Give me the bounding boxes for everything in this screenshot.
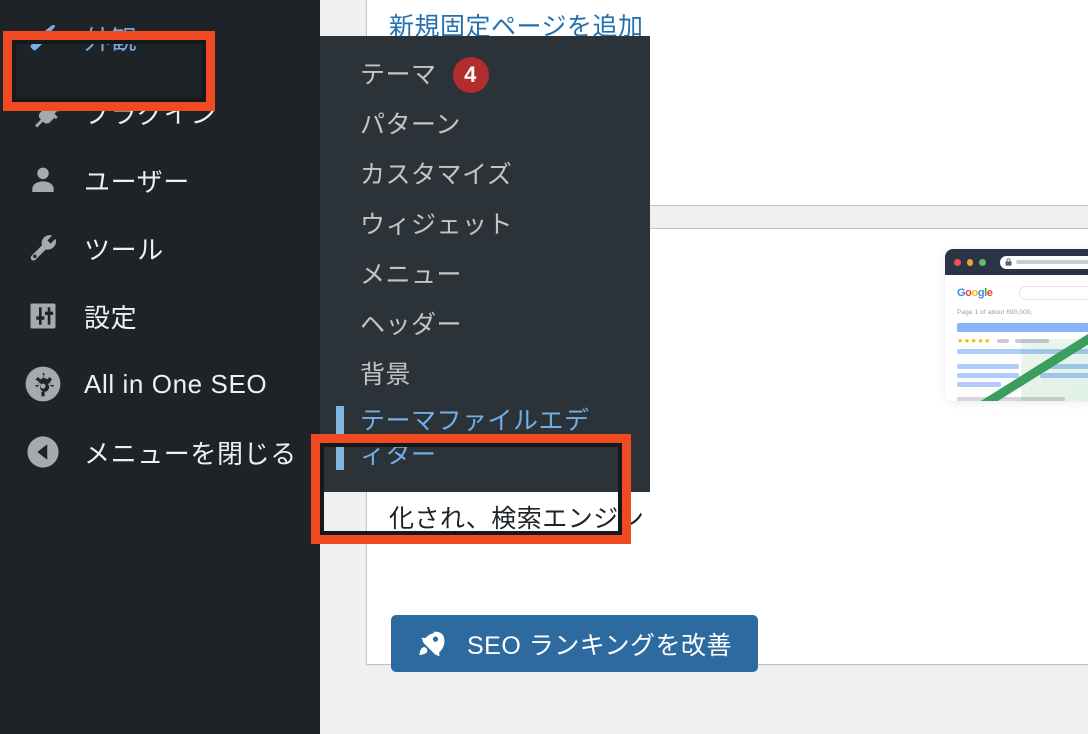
submenu-item-patterns-label: パターン xyxy=(360,111,461,139)
submenu-item-customize-label: カスタマイズ xyxy=(360,161,513,189)
google-logo-letter: G xyxy=(957,287,966,299)
submenu-item-widgets[interactable]: ウィジェット xyxy=(320,200,650,250)
flyout-arrow-icon xyxy=(306,21,320,55)
sliders-icon xyxy=(22,295,64,337)
sidebar-item-tools[interactable]: ツール xyxy=(0,214,320,282)
user-icon xyxy=(22,159,64,201)
sidebar-item-collapse-menu-label: メニューを閉じる xyxy=(84,438,297,469)
submenu-item-theme-file-editor-label: テーマファイルエディター xyxy=(360,407,590,469)
submenu-item-background-label: 背景 xyxy=(360,361,412,389)
paintbrush-icon xyxy=(22,17,64,59)
google-logo-letter: e xyxy=(986,287,993,299)
google-serp-illustration: Google Page 1 of about 690,000, ★★★★★ xyxy=(945,249,1088,401)
browser-chrome-bar xyxy=(945,249,1088,275)
sidebar-item-users-label: ユーザー xyxy=(84,166,190,197)
appearance-submenu-flyout: テーマ 4 パターン カスタマイズ ウィジェット メニュー ヘッダー 背景 テー… xyxy=(320,36,650,492)
sidebar-item-all-in-one-seo[interactable]: All in One SEO xyxy=(0,350,320,418)
sidebar-item-plugins[interactable]: プラグイン xyxy=(0,78,320,146)
themes-update-badge: 4 xyxy=(452,57,489,93)
sidebar-item-collapse-menu[interactable]: メニューを閉じる xyxy=(0,418,320,486)
wrench-icon xyxy=(22,227,64,269)
plug-icon xyxy=(22,91,64,133)
sidebar-item-users[interactable]: ユーザー xyxy=(0,146,320,214)
sidebar-item-appearance-label: 外観 xyxy=(84,24,138,55)
aioseo-gear-icon xyxy=(22,363,64,405)
serp-results-body: Google Page 1 of about 690,000, ★★★★★ xyxy=(945,275,1088,401)
submenu-item-background[interactable]: 背景 xyxy=(320,350,650,400)
serp-result-title-bar xyxy=(957,323,1088,332)
improve-seo-rankings-button[interactable]: SEO ランキングを改善 xyxy=(391,615,758,672)
submenu-item-themes-label: テーマ xyxy=(360,61,437,89)
submenu-item-patterns[interactable]: パターン xyxy=(320,100,650,150)
submenu-item-menus-label: メニュー xyxy=(360,261,463,289)
serp-search-box xyxy=(1019,286,1088,300)
url-placeholder-line xyxy=(1015,260,1088,264)
sidebar-item-plugins-label: プラグイン xyxy=(84,98,218,129)
admin-sidebar-menu: 外観 プラグイン ユーザー ツール 設定 All in One SEO メニュー… xyxy=(0,0,320,734)
rocket-icon xyxy=(419,631,445,656)
window-dot-green xyxy=(979,258,986,266)
seo-copy-line2: 化され、検索エンジン xyxy=(389,505,645,533)
sidebar-item-tools-label: ツール xyxy=(84,234,164,265)
sidebar-item-settings-label: 設定 xyxy=(84,302,138,333)
sidebar-item-appearance[interactable]: 外観 xyxy=(0,0,320,76)
submenu-item-widgets-label: ウィジェット xyxy=(360,211,514,239)
url-bar xyxy=(999,255,1088,269)
sidebar-item-all-in-one-seo-label: All in One SEO xyxy=(84,368,268,399)
sidebar-item-settings[interactable]: 設定 xyxy=(0,282,320,350)
window-dot-yellow xyxy=(966,258,974,266)
submenu-item-theme-file-editor[interactable]: テーマファイルエディター xyxy=(320,400,650,476)
submenu-item-header[interactable]: ヘッダー xyxy=(320,300,650,350)
submenu-item-header-label: ヘッダー xyxy=(360,311,463,339)
serp-results-count: Page 1 of about 690,000, xyxy=(957,309,1033,316)
improve-seo-rankings-label: SEO ランキングを改善 xyxy=(467,631,732,660)
window-dot-red xyxy=(954,258,961,266)
collapse-arrow-icon xyxy=(22,431,64,473)
lock-icon xyxy=(1005,258,1012,266)
submenu-item-customize[interactable]: カスタマイズ xyxy=(320,150,650,200)
serp-meta-pip xyxy=(996,339,1009,343)
wordpress-admin-screen: ブロックパターンを使用してすぐに 時に新しいページを作成できます。 新規固定ペー… xyxy=(0,0,1088,734)
submenu-item-themes[interactable]: テーマ 4 xyxy=(320,50,650,100)
submenu-item-menus[interactable]: メニュー xyxy=(320,250,650,300)
